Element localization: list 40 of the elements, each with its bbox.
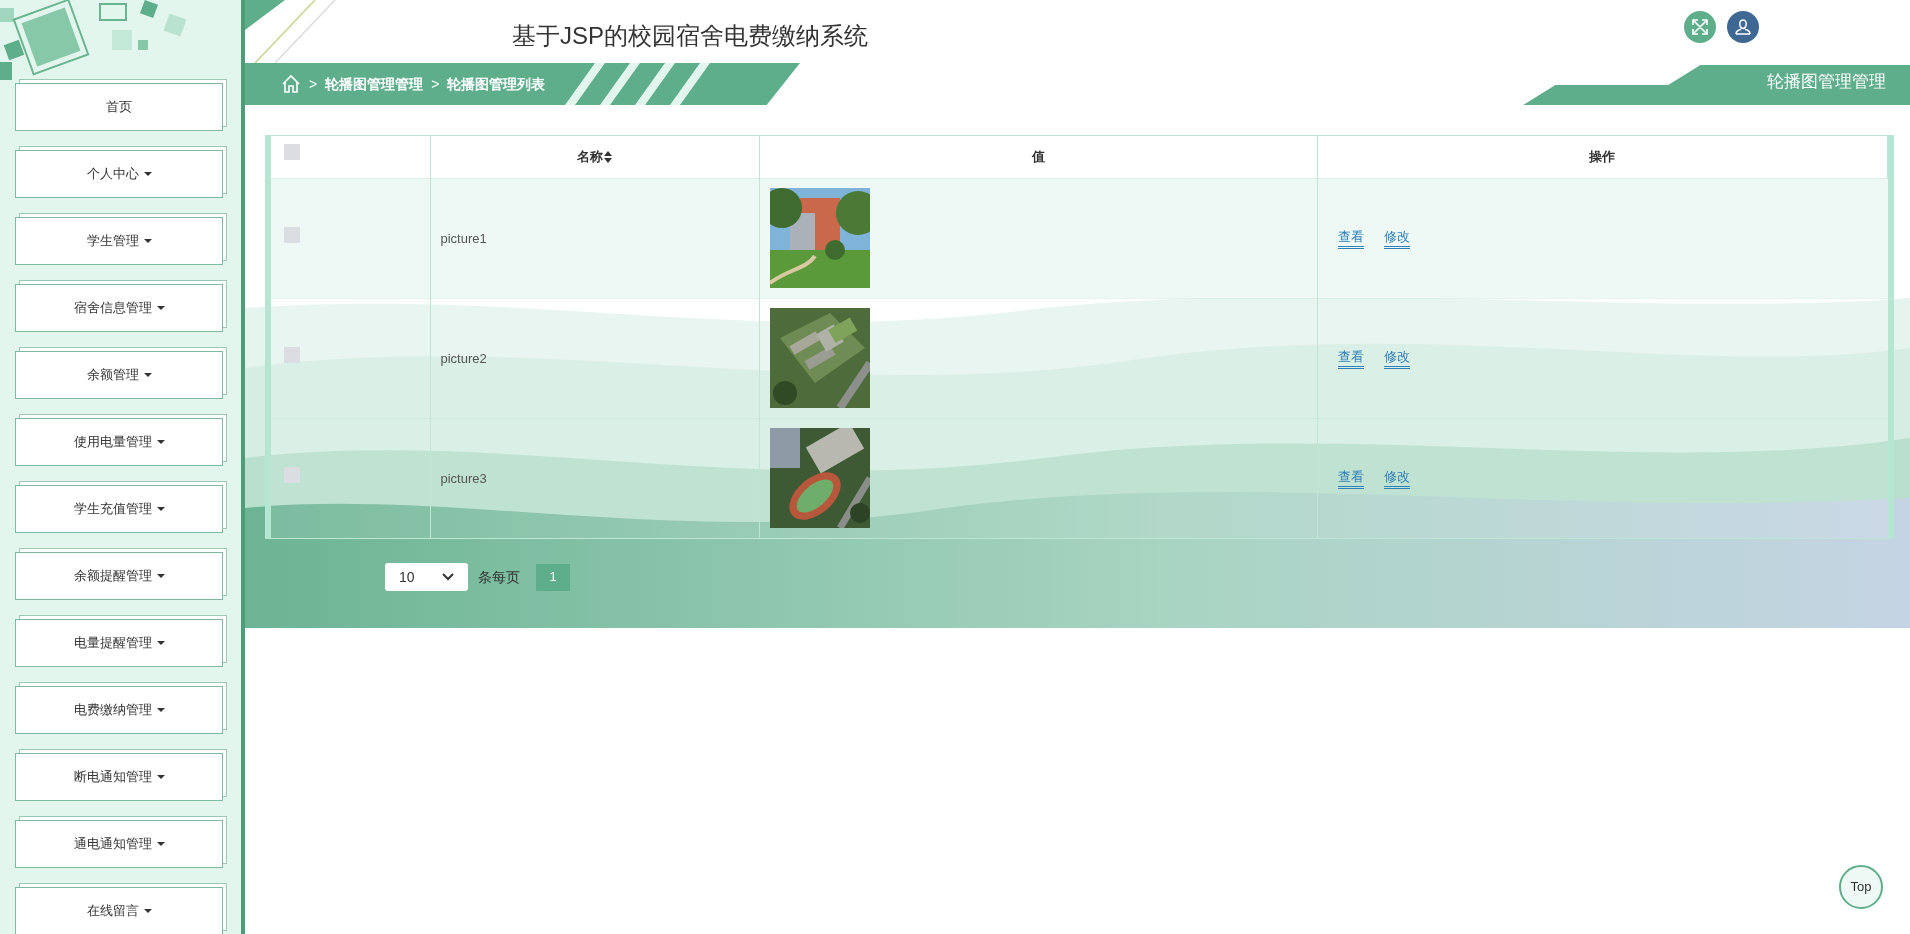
page-size-label: 条每页: [478, 567, 520, 587]
page-size-select[interactable]: 10: [385, 563, 468, 591]
sort-icon: [604, 150, 612, 163]
user-button[interactable]: [1727, 11, 1759, 43]
home-icon[interactable]: [281, 74, 301, 94]
caret-icon: [156, 641, 165, 645]
breadcrumb-separator: >: [431, 74, 440, 94]
action-link[interactable]: 修改: [1383, 227, 1410, 249]
caret-icon: [156, 306, 165, 310]
table-cell: picture2: [440, 351, 487, 366]
action-link[interactable]: 修改: [1383, 347, 1410, 369]
window-title: 基于JSP的校园宿舍电费缴纳系统: [512, 21, 868, 51]
column-header: 值: [1031, 148, 1045, 166]
column-header[interactable]: 名称: [577, 147, 612, 167]
back-to-top-button[interactable]: Top: [1839, 865, 1883, 909]
caret-icon: [156, 708, 165, 712]
breadcrumb-separator: >: [309, 74, 318, 94]
table-cell: picture3: [440, 471, 487, 487]
chevron-down-icon: [442, 573, 454, 581]
action-link[interactable]: 查看: [1337, 227, 1364, 249]
page-title: 轮播图管理管理: [1767, 71, 1886, 94]
caret-icon: [143, 909, 152, 913]
caret-icon: [143, 172, 152, 176]
caret-icon: [156, 507, 165, 511]
checkbox[interactable]: [284, 144, 300, 160]
checkbox[interactable]: [284, 227, 300, 243]
action-link[interactable]: 查看: [1337, 347, 1364, 369]
expand-icon: [1691, 18, 1709, 36]
checkbox[interactable]: [284, 467, 300, 484]
caret-icon: [143, 239, 152, 243]
fullscreen-button[interactable]: [1684, 11, 1716, 43]
caret-icon: [156, 574, 165, 578]
caret-icon: [143, 373, 152, 377]
user-icon: [1734, 18, 1752, 36]
table-cell: picture1: [440, 231, 487, 246]
checkbox[interactable]: [284, 347, 300, 363]
caret-icon: [156, 842, 165, 846]
column-header: 操作: [1589, 148, 1616, 166]
caret-icon: [156, 440, 165, 444]
caret-icon: [156, 775, 165, 779]
